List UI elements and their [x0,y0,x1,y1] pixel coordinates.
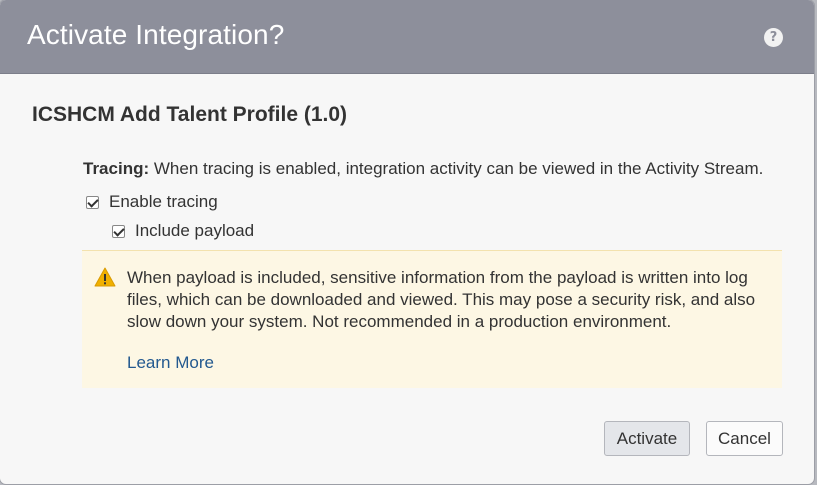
dialog-title: Activate Integration? [27,19,285,50]
tracing-label: Tracing: [83,159,150,178]
enable-tracing-checkbox-row[interactable]: Enable tracing [86,192,218,212]
learn-more-link[interactable]: Learn More [127,353,214,373]
activate-integration-dialog: Activate Integration? ? ICSHCM Add Talen… [0,0,814,484]
cancel-button[interactable]: Cancel [706,421,783,456]
include-payload-checkbox-row[interactable]: Include payload [112,221,254,241]
dialog-header: Activate Integration? ? [0,0,814,74]
tracing-description: Tracing: When tracing is enabled, integr… [83,159,763,179]
help-icon[interactable]: ? [764,28,783,47]
enable-tracing-label: Enable tracing [109,192,218,211]
payload-warning-box: When payload is included, sensitive info… [82,250,782,388]
tracing-text: When tracing is enabled, integration act… [153,159,764,178]
include-payload-label: Include payload [135,221,255,240]
warning-icon [94,267,116,292]
activate-button[interactable]: Activate [604,421,690,456]
warning-text: When payload is included, sensitive info… [127,268,756,331]
include-payload-checkbox[interactable] [112,224,125,238]
integration-name: ICSHCM Add Talent Profile (1.0) [32,103,348,126]
enable-tracing-checkbox[interactable] [86,195,99,209]
